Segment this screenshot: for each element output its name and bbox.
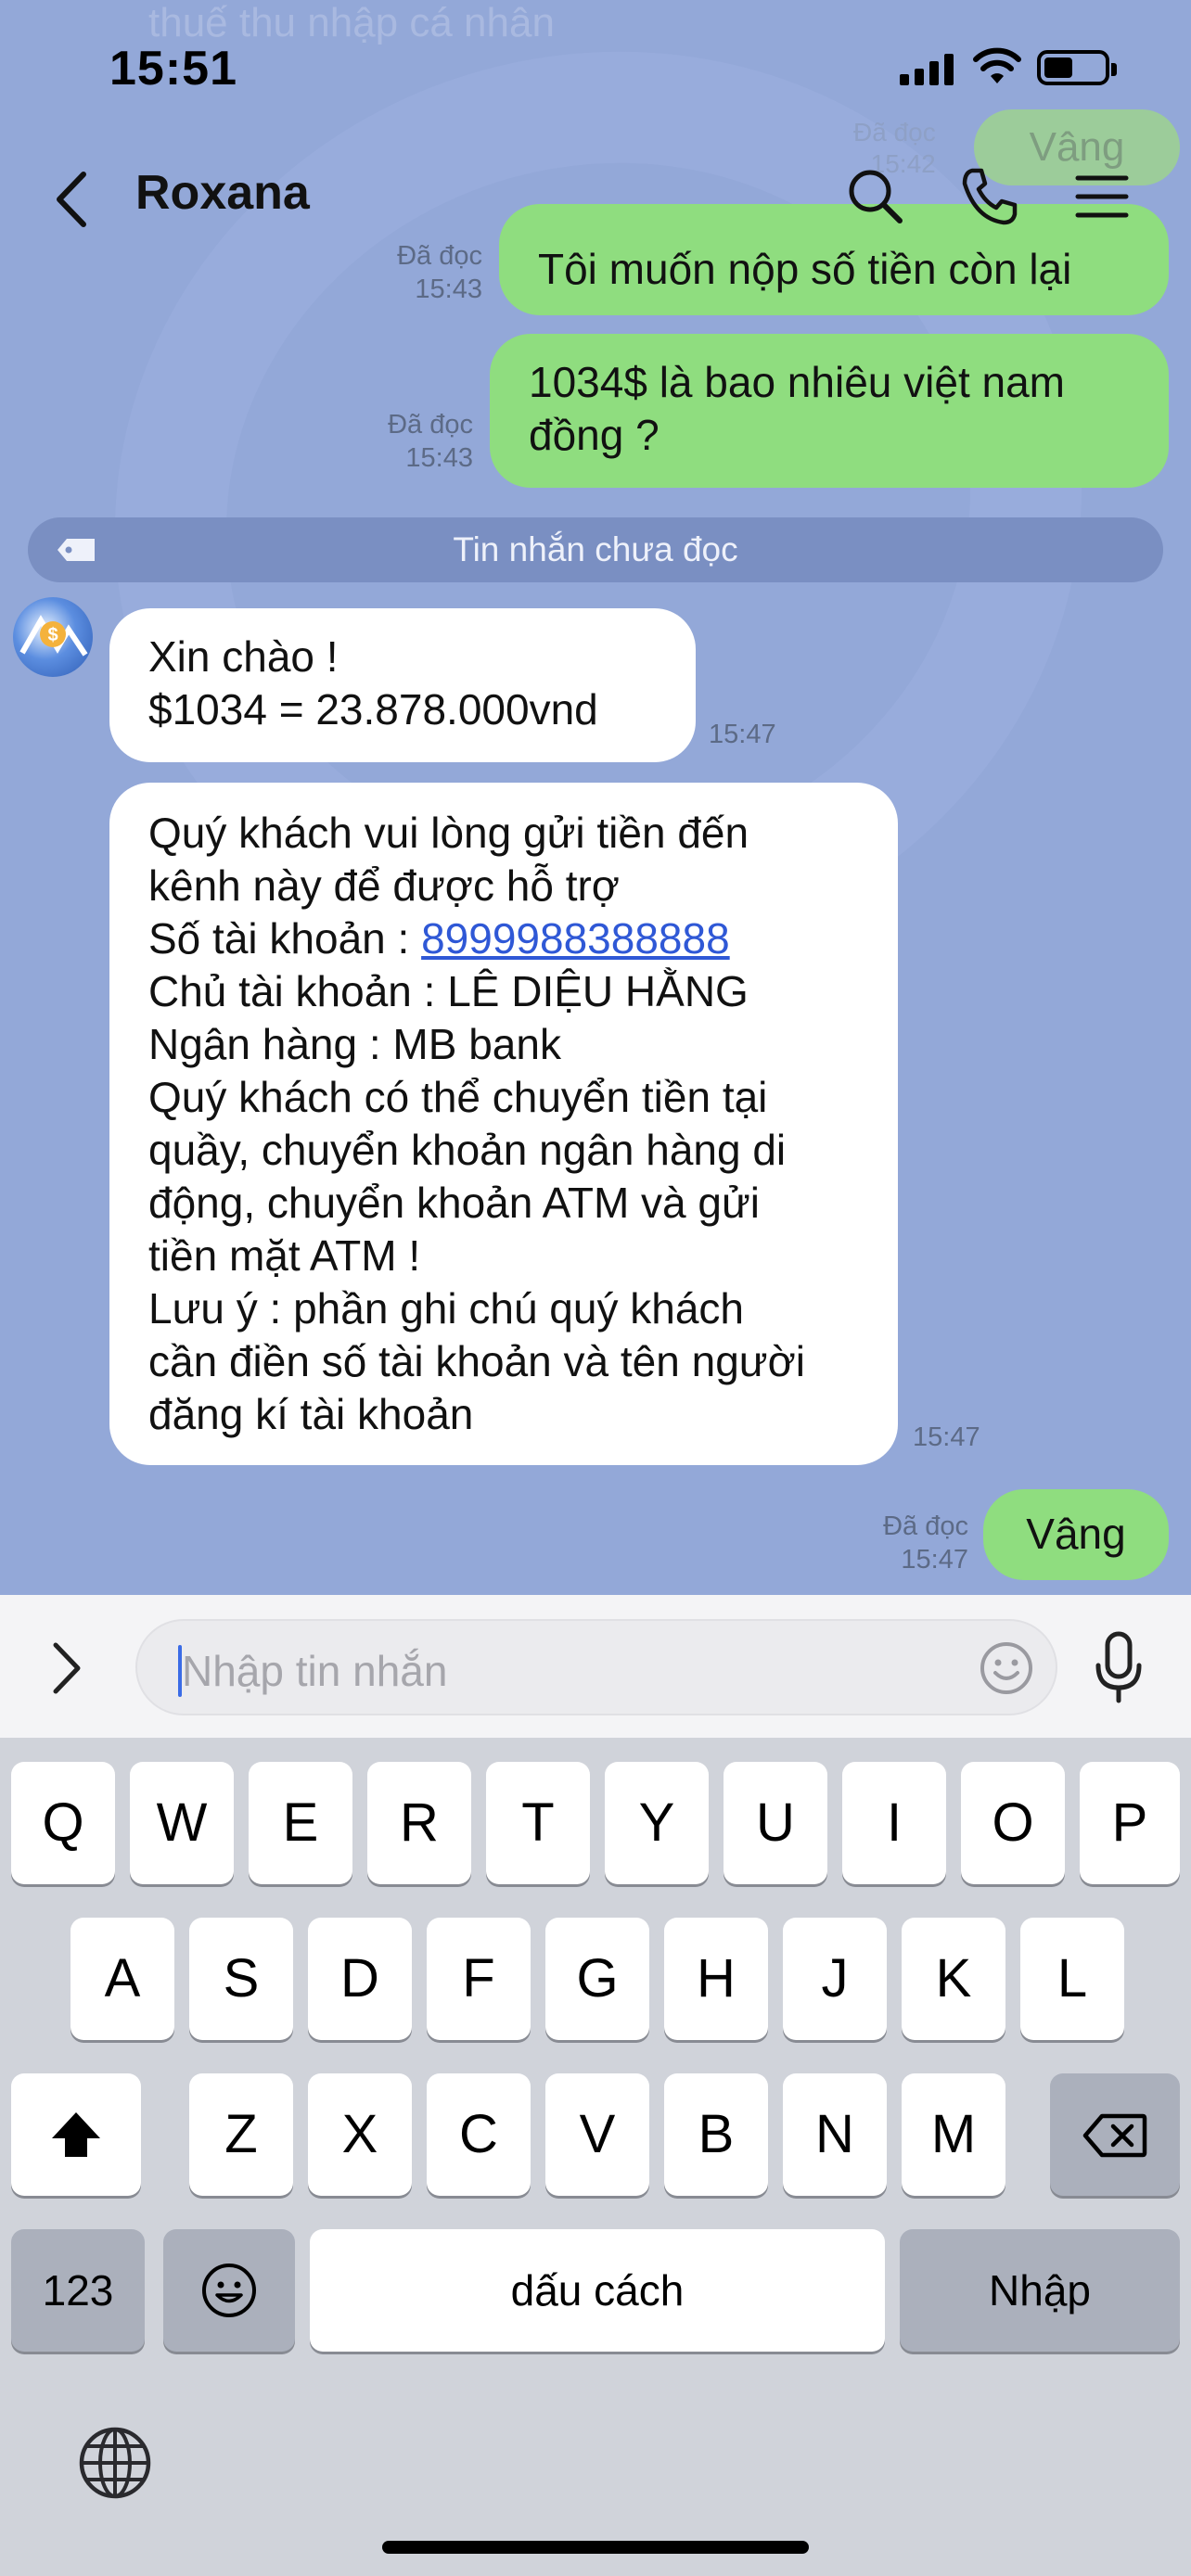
message-meta: Đã đọc 15:47 (835, 1510, 968, 1576)
battery-icon (1037, 50, 1117, 85)
time-label: 15:43 (405, 443, 473, 473)
incoming-message[interactable]: Quý khách vui lòng gửi tiền đến kênh này… (109, 783, 898, 1465)
keyboard: Q W E R T Y U I O P A S D F G H J K L Z … (0, 1738, 1191, 2576)
message-line: động, chuyển khoản ATM và gửi (148, 1179, 761, 1227)
return-key[interactable]: Nhập (900, 2229, 1180, 2352)
key-b[interactable]: B (664, 2073, 768, 2196)
message-time: 15:47 (709, 720, 776, 749)
message-composer: Nhập tin nhắn (0, 1595, 1191, 1738)
message-line: Lưu ý : phần ghi chú quý khách (148, 1284, 745, 1333)
time-label: 15:43 (415, 274, 482, 304)
key-l[interactable]: L (1020, 1918, 1124, 2040)
message-line: kênh này để được hỗ trợ (148, 861, 620, 910)
message-line: $1034 = 23.878.000vnd (148, 685, 598, 733)
time-label: 15:47 (901, 1545, 968, 1575)
key-c[interactable]: C (427, 2073, 531, 2196)
message-line: quầy, chuyển khoản ngân hàng di (148, 1126, 787, 1174)
read-label: Đã đọc (883, 1511, 968, 1541)
space-key[interactable]: dấu cách (310, 2229, 885, 2352)
key-j[interactable]: J (783, 1918, 887, 2040)
key-x[interactable]: X (308, 2073, 412, 2196)
key-z[interactable]: Z (189, 2073, 293, 2196)
contact-name[interactable]: Roxana (135, 165, 310, 221)
message-input[interactable]: Nhập tin nhắn (135, 1619, 1057, 1715)
key-r[interactable]: R (367, 1762, 471, 1884)
message-line: Xin chào ! (148, 632, 339, 681)
search-icon[interactable] (839, 159, 913, 234)
key-h[interactable]: H (664, 1918, 768, 2040)
key-p[interactable]: P (1080, 1762, 1180, 1884)
message-line: tiền mặt ATM ! (148, 1231, 421, 1280)
key-i[interactable]: I (842, 1762, 946, 1884)
message-line: Quý khách có thể chuyển tiền tại (148, 1073, 768, 1121)
cellular-signal-icon (900, 54, 957, 85)
message-line: cần điền số tài khoản và tên người (148, 1337, 805, 1385)
incoming-message[interactable]: Xin chào ! $1034 = 23.878.000vnd (109, 608, 696, 762)
globe-icon[interactable] (76, 2424, 154, 2502)
numbers-key[interactable]: 123 (11, 2229, 145, 2352)
outgoing-message[interactable]: Vâng (983, 1489, 1169, 1580)
input-placeholder: Nhập tin nhắn (182, 1647, 448, 1695)
status-bar: 15:51 (0, 0, 1191, 130)
key-q[interactable]: Q (11, 1762, 115, 1884)
message-text: Tôi muốn nộp số tiền còn lại (538, 245, 1072, 293)
key-m[interactable]: M (902, 2073, 1005, 2196)
key-k[interactable]: K (902, 1918, 1005, 2040)
message-line: Quý khách vui lòng gửi tiền đến (148, 809, 749, 857)
key-d[interactable]: D (308, 1918, 412, 2040)
outgoing-message[interactable]: 1034$ là bao nhiêu việt nam đồng ? (490, 334, 1169, 488)
key-g[interactable]: G (545, 1918, 649, 2040)
menu-icon[interactable] (1065, 159, 1139, 234)
emoji-icon[interactable] (978, 1639, 1035, 1697)
back-icon[interactable] (48, 167, 104, 232)
emoji-keyboard-icon (202, 2264, 256, 2317)
key-s[interactable]: S (189, 1918, 293, 2040)
wifi-icon (973, 47, 1021, 83)
key-u[interactable]: U (724, 1762, 827, 1884)
message-line: Chủ tài khoản : LÊ DIỆU HẰNG (148, 967, 749, 1015)
backspace-key[interactable] (1050, 2073, 1180, 2196)
shift-icon (52, 2112, 100, 2157)
key-w[interactable]: W (130, 1762, 234, 1884)
message-text: Vâng (1026, 1510, 1126, 1558)
microphone-icon[interactable] (1091, 1630, 1146, 1706)
emoji-keyboard-key[interactable] (163, 2229, 295, 2352)
status-time: 15:51 (109, 42, 237, 96)
key-t[interactable]: T (486, 1762, 590, 1884)
contact-avatar[interactable]: $ (13, 597, 93, 677)
key-v[interactable]: V (545, 2073, 649, 2196)
key-f[interactable]: F (427, 1918, 531, 2040)
account-label: Số tài khoản : (148, 914, 422, 963)
message-time: 15:47 (913, 1422, 980, 1452)
key-o[interactable]: O (961, 1762, 1065, 1884)
chat-header: Roxana (0, 148, 1191, 250)
svg-text:$: $ (47, 625, 58, 645)
shift-key[interactable] (11, 2073, 141, 2196)
message-line: 1034$ là bao nhiêu việt nam (529, 358, 1065, 406)
key-y[interactable]: Y (605, 1762, 709, 1884)
account-number-link[interactable]: 8999988388888 (421, 914, 730, 963)
tag-icon (58, 539, 95, 561)
unread-divider: Tin nhắn chưa đọc (28, 517, 1163, 582)
message-line: đồng ? (529, 411, 660, 459)
key-e[interactable]: E (249, 1762, 352, 1884)
message-meta: Đã đọc 15:43 (343, 408, 473, 475)
key-n[interactable]: N (783, 2073, 887, 2196)
key-a[interactable]: A (70, 1918, 174, 2040)
avatar-logo-icon: $ (19, 615, 88, 657)
chevron-right-icon[interactable] (48, 1639, 85, 1697)
unread-label: Tin nhắn chưa đọc (453, 530, 738, 568)
read-label: Đã đọc (388, 410, 473, 440)
message-line: Ngân hàng : MB bank (148, 1020, 561, 1068)
message-line: Số tài khoản : 8999988388888 (148, 912, 859, 965)
message-line: đăng kí tài khoản (148, 1390, 474, 1438)
backspace-icon (1082, 2113, 1147, 2158)
home-indicator[interactable] (382, 2541, 809, 2554)
phone-icon[interactable] (952, 159, 1026, 234)
